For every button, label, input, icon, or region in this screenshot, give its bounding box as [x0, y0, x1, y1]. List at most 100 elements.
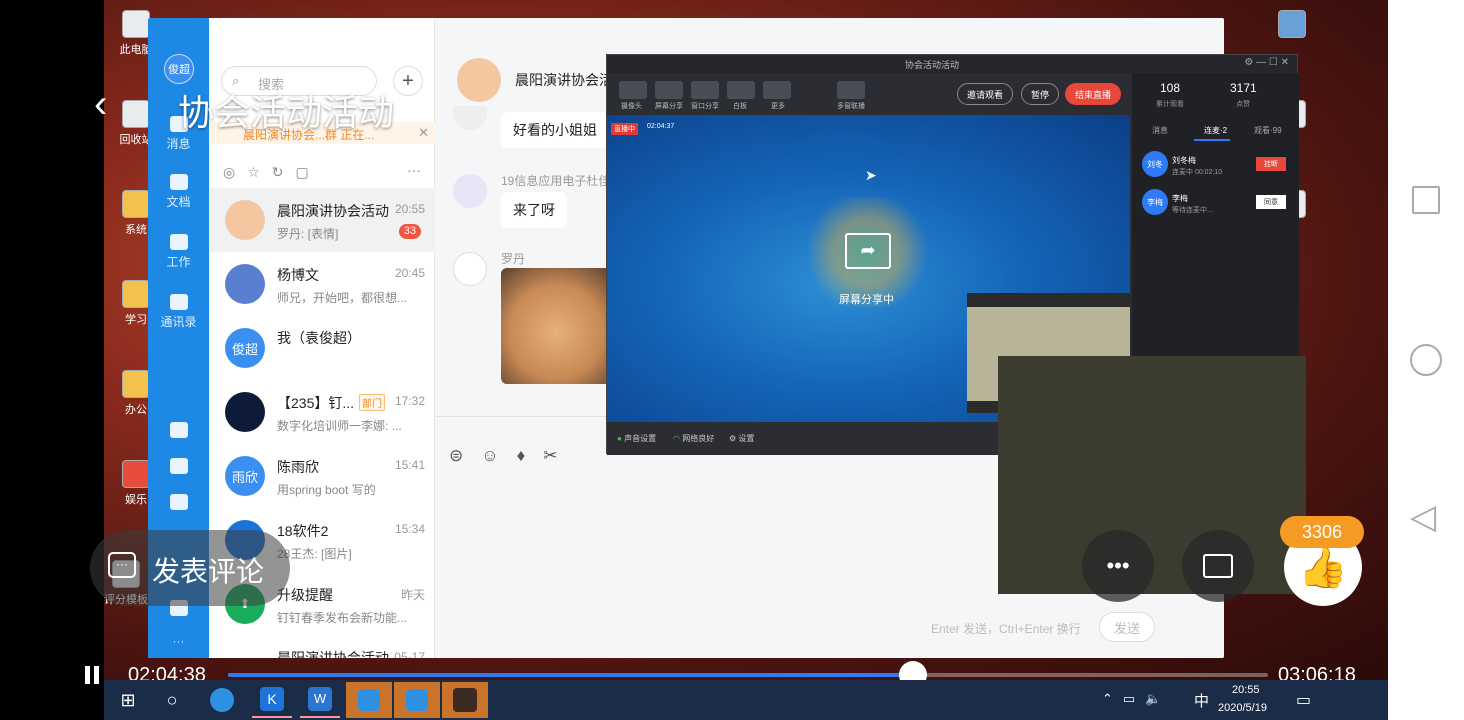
- notification-icon[interactable]: ▭: [1296, 690, 1311, 710]
- live-timer: 02:04:37: [647, 123, 675, 130]
- wifi-icon: ◠: [673, 434, 680, 443]
- send-hint: Enter 发送，Ctrl+Enter 换行: [931, 622, 1081, 636]
- tab-viewers[interactable]: 观看·99: [1254, 125, 1282, 136]
- share-icon: ➦: [845, 233, 891, 269]
- list-item[interactable]: 杨博文 20:45 师兄，开始吧，都很想...: [209, 252, 435, 316]
- more-options-button[interactable]: •••: [1082, 530, 1154, 602]
- avatar: 李梅: [1142, 189, 1168, 215]
- more-icon[interactable]: ···: [148, 634, 209, 648]
- tab-co-host[interactable]: 连麦·2: [1204, 125, 1227, 136]
- camera-button[interactable]: [619, 81, 647, 99]
- rail-item-documents[interactable]: 文档: [148, 174, 209, 210]
- add-button[interactable]: +: [393, 66, 423, 96]
- viewer-count: 108: [1160, 81, 1181, 95]
- thumbs-up-icon: 👍: [1298, 545, 1348, 590]
- dingtalk-taskbar-icon[interactable]: [346, 682, 392, 718]
- tab-messages[interactable]: 消息: [1152, 125, 1168, 136]
- window-share-button[interactable]: [691, 81, 719, 99]
- list-item[interactable]: 俊超 我（袁俊超）: [209, 316, 435, 380]
- pause-button[interactable]: [84, 664, 102, 688]
- audio-settings[interactable]: ● 声音设置: [617, 433, 656, 444]
- whiteboard-button[interactable]: [727, 81, 755, 99]
- avatar: 刘冬: [1142, 151, 1168, 177]
- clock-time: 20:55: [1232, 684, 1260, 696]
- avatar: 俊超: [225, 328, 265, 368]
- desktop-icon-right-1[interactable]: [1270, 10, 1314, 41]
- invite-viewers-button[interactable]: 邀请观看: [957, 83, 1013, 105]
- home-icon[interactable]: [1410, 344, 1442, 376]
- taskbar: ⊞ ○ K W ⌃▭🔈 中 20:55 2020/5/19 ▭: [104, 680, 1388, 720]
- list-more-icon[interactable]: ···: [407, 162, 421, 178]
- unread-badge: 33: [398, 224, 421, 239]
- live-window-controls[interactable]: ⚙ — ☐ ✕: [1244, 57, 1289, 68]
- cast-button[interactable]: [1182, 530, 1254, 602]
- screen-share-button[interactable]: [655, 81, 683, 99]
- contacts-icon: [169, 294, 188, 310]
- kugou-icon[interactable]: K: [252, 682, 292, 718]
- user-avatar[interactable]: 俊超: [164, 54, 194, 84]
- like-count-badge: 3306: [1280, 516, 1364, 548]
- group-avatar[interactable]: [457, 58, 501, 102]
- document-icon: [169, 174, 188, 190]
- accept-button[interactable]: 同意: [1256, 195, 1286, 209]
- rail-item-work[interactable]: 工作: [148, 234, 209, 270]
- chat-toolbar[interactable]: ⊜☺♦✂: [449, 446, 576, 466]
- mouse-cursor-icon: ➤: [865, 167, 877, 183]
- sender-avatar: [453, 252, 487, 286]
- avatar: [225, 264, 265, 304]
- mic-icon: ●: [617, 434, 622, 443]
- department-tag: 部门: [359, 394, 385, 411]
- word-icon[interactable]: W: [300, 682, 340, 718]
- close-notice-icon[interactable]: ✕: [418, 125, 429, 141]
- page-title: 协会活动活动: [178, 92, 395, 133]
- more-tools-button[interactable]: [763, 81, 791, 99]
- avatar-taskbar-icon[interactable]: [442, 682, 488, 718]
- back-icon[interactable]: ◁: [1410, 500, 1436, 534]
- windows-start-icon[interactable]: ⊞: [108, 682, 148, 718]
- hang-up-button[interactable]: 挂断: [1256, 157, 1286, 171]
- list-item[interactable]: 雨欣 陈雨欣 15:41 用spring boot 写的: [209, 444, 435, 508]
- end-live-button[interactable]: 结束直播: [1065, 83, 1121, 105]
- list-item[interactable]: 晨阳演讲协会活动 20:55 罗丹: [表情] 33: [209, 188, 435, 252]
- ding-icon[interactable]: [148, 494, 209, 513]
- progress-fill: [228, 673, 913, 677]
- settings-link[interactable]: ⚙ 设置: [729, 433, 754, 444]
- avatar: 雨欣: [225, 456, 265, 496]
- filter-icons[interactable]: ◎☆↻▢: [223, 164, 321, 181]
- todo-icon[interactable]: [148, 458, 209, 477]
- browser-icon[interactable]: [202, 682, 242, 718]
- recent-apps-icon[interactable]: [1412, 186, 1440, 214]
- screen-cast-icon: [1203, 554, 1233, 578]
- pause-icon-bar: [94, 666, 99, 684]
- live-titlebar: 协会活动活动 ⚙ — ☐ ✕: [607, 55, 1297, 73]
- live-badge: 直播中: [611, 123, 638, 135]
- gear-icon: ⚙: [729, 434, 737, 443]
- sender-name: 罗丹: [501, 252, 526, 266]
- send-button[interactable]: 发送: [1099, 612, 1155, 642]
- message-bubble: 来了呀: [501, 192, 567, 228]
- avatar: [225, 200, 265, 240]
- live-taskbar-icon[interactable]: [394, 682, 440, 718]
- message-bubble: 好看的小姐姐: [501, 112, 609, 148]
- back-arrow-icon[interactable]: ‹: [94, 84, 107, 124]
- sharing-status: 屏幕分享中: [839, 294, 894, 306]
- clock-date: 2020/5/19: [1218, 702, 1267, 714]
- list-item[interactable]: 【235】钉... 部门 17:32 数字化培训师一李娜: ...: [209, 380, 435, 444]
- pause-icon: [85, 666, 90, 684]
- chat-title: 晨阳演讲协会活: [515, 72, 613, 88]
- sticker-image[interactable]: [501, 268, 611, 384]
- active-tab-indicator: [1194, 139, 1230, 141]
- list-item[interactable]: 晨阳演讲协会活动 05-17: [209, 636, 435, 658]
- pause-button[interactable]: 暂停: [1021, 83, 1059, 105]
- cortana-icon[interactable]: ○: [152, 682, 192, 718]
- tray-icons[interactable]: ⌃▭🔈: [1102, 691, 1171, 707]
- avatar: [225, 392, 265, 432]
- sender-name: 19信息应用电子杜佳: [501, 174, 611, 188]
- calendar-icon[interactable]: [148, 422, 209, 441]
- multi-stream-button[interactable]: [837, 81, 865, 99]
- sender-avatar: [453, 106, 487, 130]
- sender-avatar: [453, 174, 487, 208]
- rail-item-contacts[interactable]: 通讯录: [148, 294, 209, 330]
- ime-indicator[interactable]: 中: [1194, 690, 1209, 711]
- comment-button[interactable]: ··· 发表评论: [90, 530, 290, 606]
